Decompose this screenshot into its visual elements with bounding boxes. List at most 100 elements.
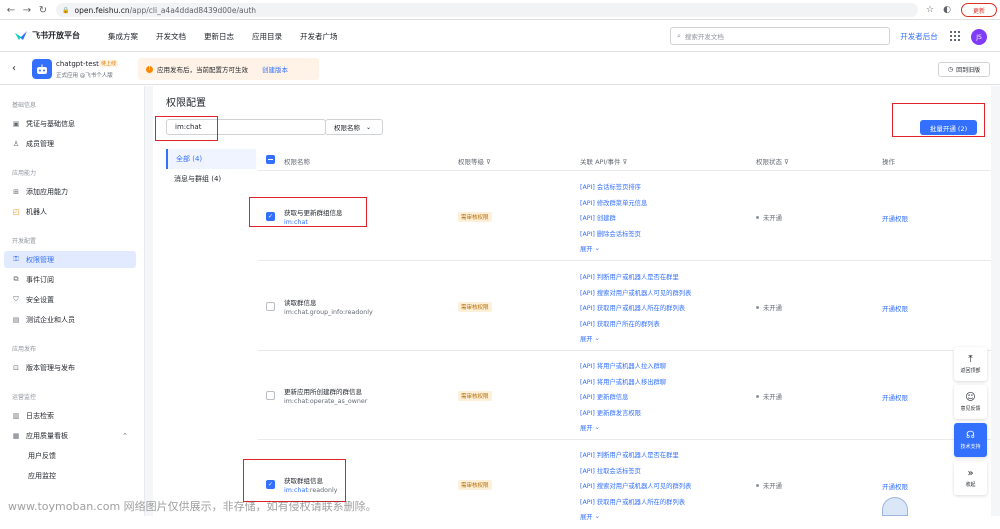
sidebar-item-user-feedback[interactable]: 用户反馈 xyxy=(4,447,136,464)
annotation-box xyxy=(243,459,346,502)
annotation-box xyxy=(249,197,367,227)
sidebar-item-publish[interactable]: ⊡ 版本管理与发布 xyxy=(4,359,136,376)
back-to-old-version-button[interactable]: ◷ 回到旧版 xyxy=(938,62,990,77)
create-version-link[interactable]: 创建版本 xyxy=(262,64,288,74)
api-link[interactable]: [API] 修改群菜单元信息 xyxy=(580,195,647,211)
browser-update-button[interactable]: 更新 xyxy=(961,3,997,17)
sidebar-item-label: 权限管理 xyxy=(26,255,54,264)
test-icon: ▤ xyxy=(12,315,20,324)
api-link[interactable]: [API] 更新群信息 xyxy=(580,389,666,405)
row-checkbox[interactable] xyxy=(266,302,275,311)
tech-support-button[interactable]: ☊ 技术支持 xyxy=(954,423,987,457)
api-link[interactable]: [API] 创建群 xyxy=(580,210,647,226)
api-link[interactable]: [API] 将用户或机器人移出群聊 xyxy=(580,374,666,390)
nav-link-solutions[interactable]: 集成方案 xyxy=(108,31,138,42)
api-link[interactable]: [API] 删除会话标签页 xyxy=(580,226,647,242)
api-link[interactable]: [API] 判断用户或机器人是否在群里 xyxy=(580,269,691,285)
top-navigation: 飞书开放平台 集成方案 开发文档 更新日志 应用目录 开发者广场 ⌕ 搜索开发文… xyxy=(0,20,1000,52)
api-link[interactable]: [API] 会话标签页排序 xyxy=(580,179,647,195)
status-text: 未开通 xyxy=(756,481,782,490)
nav-link-docs[interactable]: 开发文档 xyxy=(156,31,186,42)
feedback-button[interactable]: ☺ 意见反馈 xyxy=(954,385,987,419)
api-list: [API] 判断用户或机器人是否在群里 [API] 搜索对用户或机器人可见的群列… xyxy=(580,269,691,345)
api-link[interactable]: [API] 将用户或机器人拉入群聊 xyxy=(580,358,666,374)
credential-icon: ▣ xyxy=(12,119,20,128)
nav-link-app-directory[interactable]: 应用目录 xyxy=(252,31,282,42)
api-link[interactable]: [API] 获取用户或机器人所在的群列表 xyxy=(580,300,691,316)
row-checkbox[interactable] xyxy=(266,391,275,400)
api-link[interactable]: [API] 搜索对用户或机器人可见的群列表 xyxy=(580,285,691,301)
api-link[interactable]: [API] 搜索对用户或机器人可见的群列表 xyxy=(580,478,691,494)
select-all-checkbox[interactable] xyxy=(266,155,275,164)
api-link[interactable]: [API] 获取用户所在的群列表 xyxy=(580,316,691,332)
chevron-up-icon[interactable]: ⌃ xyxy=(122,432,128,440)
forward-arrow-icon[interactable]: → xyxy=(20,3,34,17)
sidebar-group-title: 基础信息 xyxy=(12,102,37,109)
search-placeholder: 搜索开发文档 xyxy=(684,33,724,41)
brand-name: 飞书开放平台 xyxy=(32,30,80,40)
sidebar-item-app-monitor[interactable]: 应用监控 xyxy=(4,467,136,484)
app-grid-icon[interactable] xyxy=(950,31,960,41)
sidebar-item-members[interactable]: ♙ 成员管理 xyxy=(4,135,136,152)
brand-logo[interactable]: 飞书开放平台 xyxy=(14,29,80,41)
sidebar-item-test-enterprise[interactable]: ▤ 测试企业和人员 xyxy=(4,311,136,328)
member-icon: ♙ xyxy=(12,139,20,148)
expand-link[interactable]: 展开 ⌄ xyxy=(580,509,691,523)
sidebar-item-security[interactable]: ⛉ 安全设置 xyxy=(4,291,136,308)
sidebar-item-label: 安全设置 xyxy=(26,295,54,304)
developer-console-button[interactable]: 开发者后台 xyxy=(894,27,944,45)
sidebar-item-events[interactable]: ⧉ 事件订阅 xyxy=(4,271,136,288)
profile-icon[interactable]: ◐ xyxy=(940,3,954,17)
expand-link[interactable]: 展开 ⌄ xyxy=(580,331,691,345)
browser-toolbar: ← → ↻ 🔒 open.feishu.cn/app/cli_a4a4ddad8… xyxy=(0,0,1000,20)
chevron-left-icon[interactable]: ‹ xyxy=(12,63,16,74)
notice-text: 应用发布后，当前配置方可生效 xyxy=(157,66,248,74)
api-link[interactable]: [API] 更新群发言权限 xyxy=(580,405,666,421)
sidebar-group-title: 应用能力 xyxy=(12,170,37,177)
docs-search-input[interactable]: ⌕ 搜索开发文档 xyxy=(670,27,890,45)
assistant-avatar[interactable] xyxy=(882,497,908,516)
user-avatar[interactable]: JS xyxy=(971,29,987,45)
category-list: 全部 (4) 消息与群组 (4) xyxy=(166,149,256,189)
fb-label: 意见反馈 xyxy=(960,406,981,412)
api-link[interactable]: [API] 判断用户或机器人是否在群里 xyxy=(580,447,691,463)
back-arrow-icon[interactable]: ← xyxy=(4,3,18,17)
reload-icon[interactable]: ↻ xyxy=(36,3,50,17)
api-link[interactable]: [API] 拉取会话标签页 xyxy=(580,463,691,479)
sidebar-item-credentials[interactable]: ▣ 凭证与基础信息 xyxy=(4,115,136,132)
enable-permission-link[interactable]: 开通权限 xyxy=(882,481,908,491)
header-name: 权限名称 xyxy=(284,158,310,166)
bookmark-star-icon[interactable]: ☆ xyxy=(924,3,936,17)
api-link[interactable]: [API] 获取用户或机器人所在的群列表 xyxy=(580,494,691,510)
sidebar-item-robot[interactable]: ◰ 机器人 xyxy=(4,203,136,220)
enable-permission-link[interactable]: 开通权限 xyxy=(882,303,908,313)
log-icon: ▥ xyxy=(12,411,20,420)
collapse-button[interactable]: » 收起 xyxy=(954,461,987,495)
nav-link-developer-square[interactable]: 开发者广场 xyxy=(300,31,338,42)
sidebar-item-quality-board[interactable]: ▦ 应用质量看板 ⌃ xyxy=(4,427,136,444)
sidebar-item-add-capability[interactable]: ⊞ 添加应用能力 xyxy=(4,183,136,200)
enable-permission-link[interactable]: 开通权限 xyxy=(882,392,908,402)
category-messages-groups[interactable]: 消息与群组 (4) xyxy=(166,169,256,189)
filter-icon: ⊽ xyxy=(622,158,628,166)
enable-permission-link[interactable]: 开通权限 xyxy=(882,213,908,223)
event-icon: ⧉ xyxy=(13,275,19,283)
page-title: 权限配置 xyxy=(166,98,206,109)
sidebar-item-label: 事件订阅 xyxy=(26,275,54,284)
sidebar-item-label: 凭证与基础信息 xyxy=(26,119,75,128)
address-bar[interactable]: 🔒 open.feishu.cn/app/cli_a4a4ddad8439d00… xyxy=(56,3,918,17)
sidebar-item-log-search[interactable]: ▥ 日志检索 xyxy=(4,407,136,424)
filter-type-select[interactable]: 权限名称 ⌄ xyxy=(325,119,383,135)
expand-link[interactable]: 展开 ⌄ xyxy=(580,241,647,255)
category-all[interactable]: 全部 (4) xyxy=(166,149,256,169)
sidebar-item-permissions[interactable]: ⚿ 权限管理 xyxy=(4,251,136,268)
header-op: 操作 xyxy=(882,158,895,166)
level-badge: 需审核权限 xyxy=(458,391,492,401)
sidebar-item-label: 测试企业和人员 xyxy=(26,315,75,324)
filter-icon: ⊽ xyxy=(486,158,491,166)
header-api: 关联 API/事件 ⊽ xyxy=(580,158,628,166)
nav-link-changelog[interactable]: 更新日志 xyxy=(204,31,234,42)
grid-add-icon: ⊞ xyxy=(13,187,19,196)
expand-link[interactable]: 展开 ⌄ xyxy=(580,420,666,434)
back-to-top-button[interactable]: ⤒ 返回顶部 xyxy=(954,347,987,381)
